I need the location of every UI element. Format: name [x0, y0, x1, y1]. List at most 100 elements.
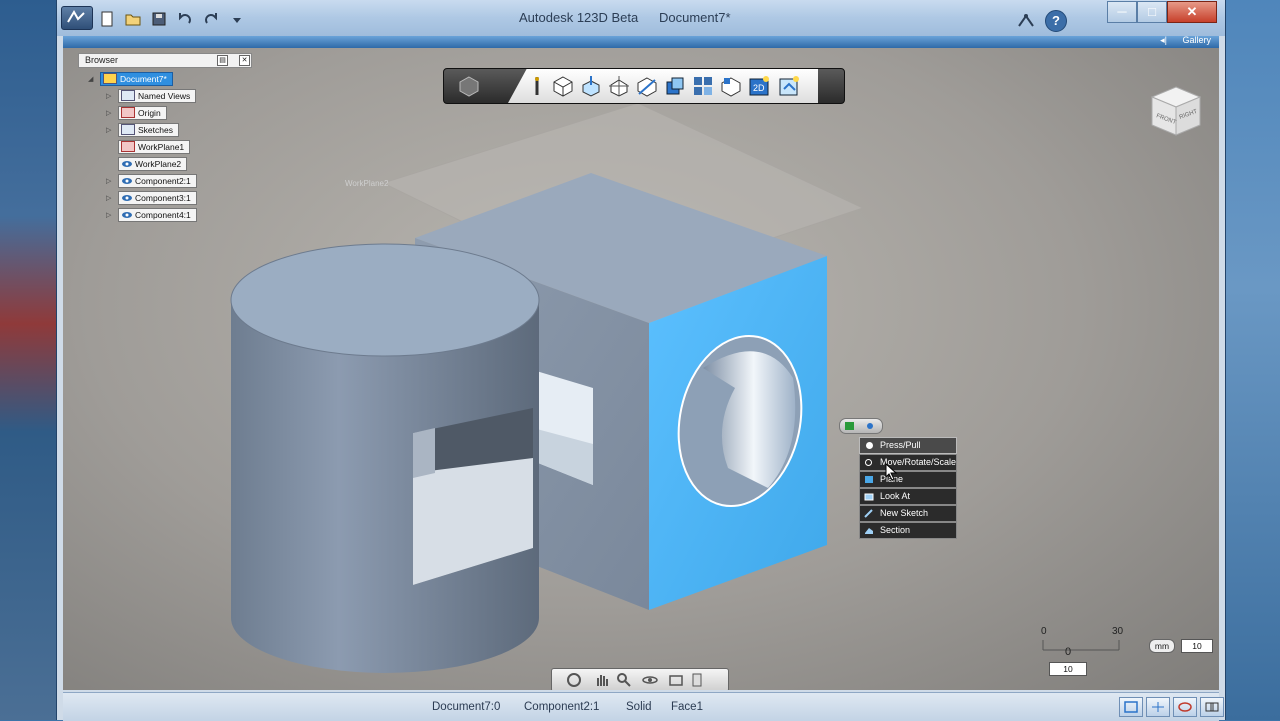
zoom-icon[interactable]	[616, 672, 632, 688]
menu-item-section[interactable]: Section	[859, 522, 957, 539]
plane-icon	[864, 475, 874, 484]
eye-icon[interactable]	[121, 159, 133, 168]
collapse-icon[interactable]: ◢	[88, 75, 96, 83]
look-at-view-icon[interactable]	[690, 672, 706, 688]
main-toolbar: 2D	[443, 68, 845, 104]
grid-display-icon[interactable]	[1146, 697, 1170, 717]
pattern-icon[interactable]	[608, 75, 630, 97]
section-icon	[864, 526, 874, 535]
desktop-left-strip	[0, 0, 58, 720]
hidden-eye-icon[interactable]	[121, 107, 135, 118]
minimize-button[interactable]: ─	[1107, 1, 1137, 23]
scale-ruler	[1042, 640, 1120, 651]
folder-icon	[121, 90, 135, 101]
qat-dropdown-icon[interactable]	[227, 10, 247, 28]
tree-item-component3[interactable]: ▷ Component3:1	[106, 190, 197, 205]
tree-item-named-views[interactable]: ▷ Named Views	[106, 88, 197, 103]
browser-panel: Browser ▤ ✕ ◢ Document7* ▷ Named Views ▷…	[78, 53, 252, 228]
window-layout-icon[interactable]	[1119, 697, 1143, 717]
sketch-icon[interactable]	[526, 75, 548, 97]
tree-item-sketches[interactable]: ▷ Sketches	[106, 122, 179, 137]
status-button-group	[1119, 697, 1224, 717]
tree-item-workplane1[interactable]: WorkPlane1	[118, 139, 191, 154]
status-component: Component2:1	[524, 701, 600, 713]
new-sketch-icon	[864, 509, 874, 518]
title-bar: Autodesk 123D Beta Document7* ? ─ □ ✕	[57, 0, 1225, 36]
unit-selector[interactable]: mm	[1149, 639, 1175, 653]
press-pull-icon	[864, 441, 874, 450]
gallery-collapse-icon[interactable]: ◂|	[1160, 35, 1167, 46]
menu-item-plane[interactable]: Plane	[859, 471, 957, 488]
expand-icon[interactable]: ▷	[106, 194, 114, 202]
combine-icon[interactable]	[664, 75, 686, 97]
viewcube[interactable]: FRONT RIGHT	[1148, 83, 1204, 139]
undo-icon[interactable]	[175, 10, 195, 28]
browser-pin-icon[interactable]: ▤	[217, 55, 228, 66]
snap-icon[interactable]	[692, 75, 714, 97]
grid-scale-widget: 0 30 0 mm 10 10	[1041, 626, 1213, 678]
workplane-label: WorkPlane2	[345, 179, 389, 188]
render-mode-icon[interactable]	[1173, 697, 1197, 717]
orbit-icon[interactable]	[642, 672, 658, 688]
modify-icon[interactable]	[580, 75, 602, 97]
menu-item-look-at[interactable]: Look At	[859, 488, 957, 505]
pan-hand-icon[interactable]	[594, 672, 610, 688]
grouping-icon[interactable]	[636, 75, 658, 97]
ribbon-bar: ◂| Gallery	[63, 35, 1219, 48]
menu-item-move-rotate-scale[interactable]: Move/Rotate/Scale	[859, 454, 957, 471]
steering-wheel-icon[interactable]	[566, 672, 582, 688]
tree-item-document[interactable]: ◢ Document7*	[88, 71, 173, 86]
scale-min-label: 0	[1041, 626, 1047, 637]
tree-item-component4[interactable]: ▷ Component4:1	[106, 207, 197, 222]
fit-view-icon[interactable]	[668, 672, 684, 688]
hidden-eye-icon[interactable]	[121, 141, 135, 152]
expand-icon[interactable]: ▷	[106, 109, 114, 117]
eye-icon[interactable]	[121, 210, 133, 219]
menu-item-new-sketch[interactable]: New Sketch	[859, 505, 957, 522]
status-body-type: Solid	[626, 701, 652, 713]
status-bar: Document7:0 Component2:1 Solid Face1	[63, 692, 1224, 721]
new-document-icon[interactable]	[97, 10, 117, 28]
cylinder-top-face[interactable]	[230, 243, 540, 357]
expand-icon[interactable]: ▷	[106, 126, 114, 134]
expand-icon[interactable]: ▷	[106, 177, 114, 185]
expand-icon[interactable]: ▷	[106, 211, 114, 219]
signal-icon[interactable]	[1015, 10, 1037, 30]
snap-size-input[interactable]: 10	[1049, 662, 1087, 676]
application-menu-button[interactable]	[61, 6, 93, 30]
tree-item-workplane2[interactable]: WorkPlane2	[118, 156, 188, 171]
move-icon	[864, 458, 874, 467]
browser-header: Browser ▤ ✕	[78, 53, 252, 68]
save-icon[interactable]	[149, 10, 169, 28]
quick-access-toolbar	[97, 10, 247, 28]
material-icon[interactable]	[778, 75, 800, 97]
tree-item-component2[interactable]: ▷ Component2:1	[106, 173, 197, 188]
app-window: Autodesk 123D Beta Document7* ? ─ □ ✕ ◂|…	[56, 0, 1226, 721]
menu-item-press-pull[interactable]: Press/Pull	[859, 437, 957, 454]
eye-icon[interactable]	[121, 176, 133, 185]
fullscreen-icon[interactable]	[1200, 697, 1224, 717]
measure-icon[interactable]	[720, 75, 742, 97]
app-title: Autodesk 123D Beta	[519, 10, 639, 25]
open-folder-icon[interactable]	[123, 10, 143, 28]
redo-icon[interactable]	[201, 10, 221, 28]
construct-icon[interactable]	[552, 75, 574, 97]
look-at-icon	[864, 492, 874, 501]
maximize-button[interactable]: □	[1137, 1, 1167, 23]
status-face: Face1	[671, 701, 703, 713]
grid-size-input[interactable]: 10	[1181, 639, 1213, 653]
scale-marker-value: 0	[1065, 646, 1072, 658]
tree-item-origin[interactable]: ▷ Origin	[106, 105, 167, 120]
expand-icon[interactable]: ▷	[106, 92, 114, 100]
3d-viewport[interactable]: WorkPlane2 Browser ▤ ✕ ◢ Document7* ▷ Na…	[63, 48, 1219, 690]
browser-close-icon[interactable]: ✕	[239, 55, 250, 66]
primitives-icon[interactable]	[458, 75, 480, 97]
marking-menu-handle[interactable]	[839, 418, 883, 434]
mouse-cursor-icon	[885, 463, 898, 481]
help-button[interactable]: ?	[1045, 10, 1067, 32]
eye-icon[interactable]	[121, 193, 133, 202]
folder-icon	[121, 124, 135, 135]
2d-icon[interactable]: 2D	[748, 75, 770, 97]
gallery-link[interactable]: Gallery	[1182, 35, 1211, 45]
close-button[interactable]: ✕	[1167, 1, 1217, 23]
